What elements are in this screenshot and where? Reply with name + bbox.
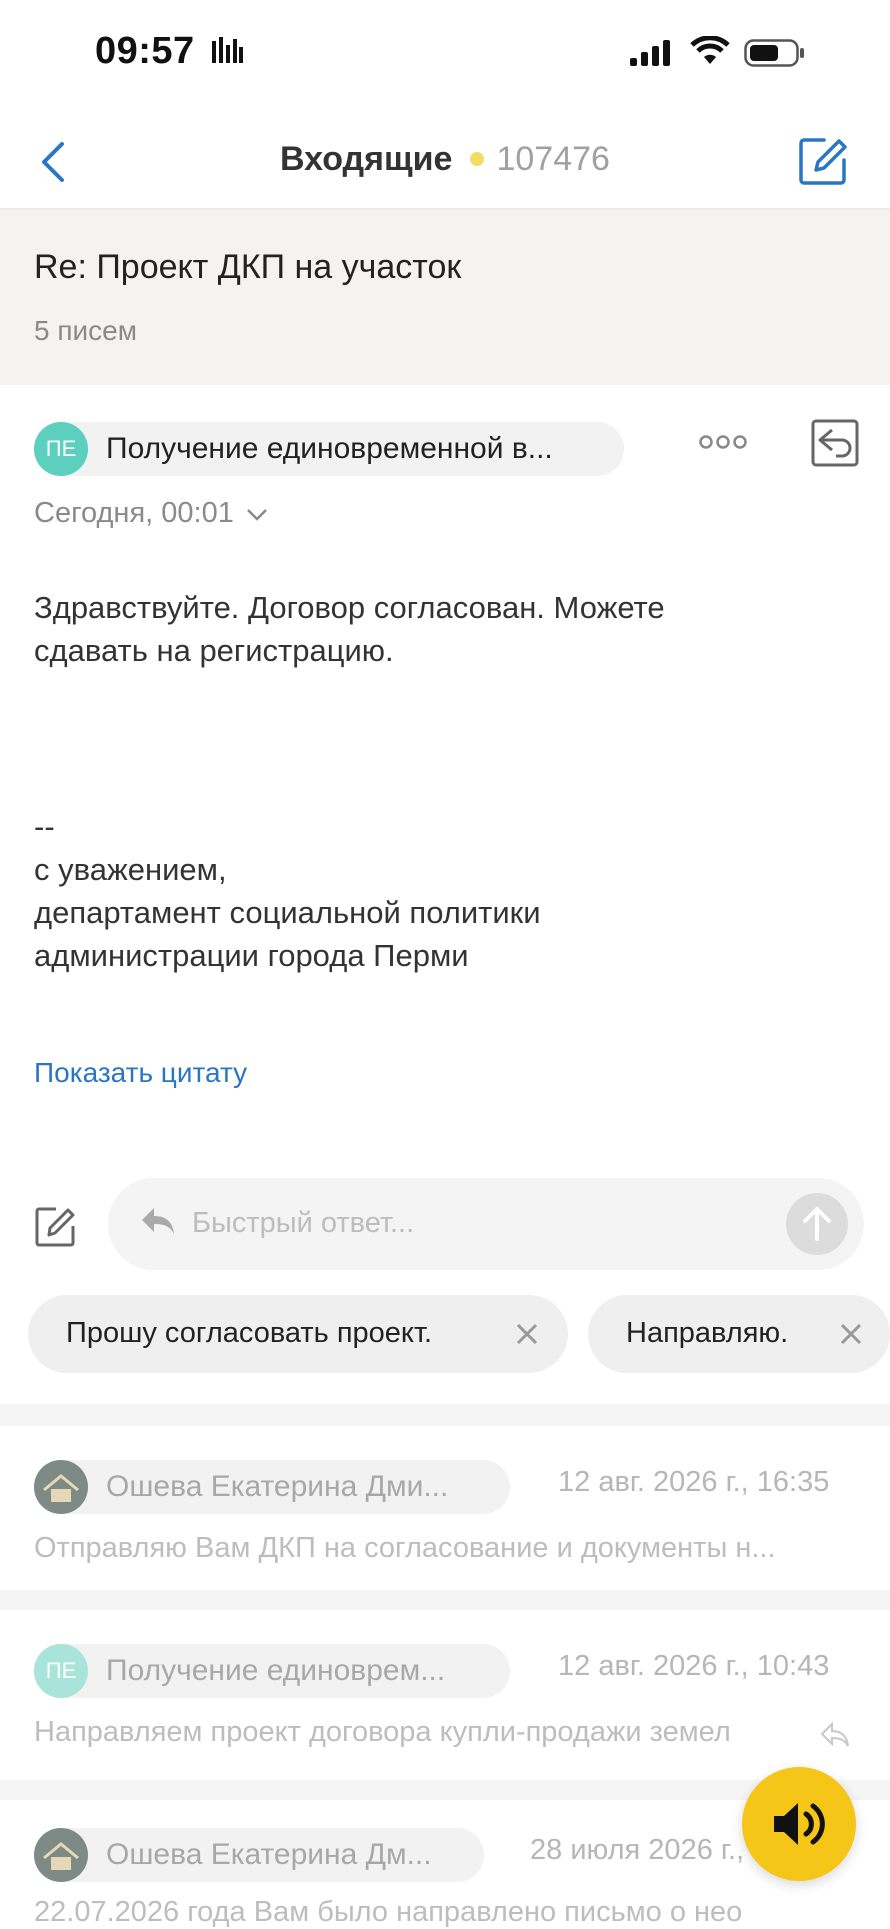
- thread-header: [0, 210, 890, 385]
- sender-chip[interactable]: Ошева Екатерина Дми...: [34, 1460, 510, 1514]
- nav-title: Входящие 107476: [0, 140, 890, 179]
- arrow-up-icon: [803, 1207, 831, 1241]
- replied-icon: [820, 1722, 849, 1747]
- quick-reply-placeholder: Быстрый ответ...: [192, 1207, 415, 1239]
- sender-name: Ошева Екатерина Дм...: [106, 1838, 432, 1871]
- message-preview: Отправляю Вам ДКП на согласование и доку…: [34, 1532, 776, 1564]
- chevron-down-icon: [247, 509, 267, 521]
- close-icon[interactable]: [840, 1323, 862, 1345]
- wifi-icon: [690, 36, 730, 64]
- close-icon[interactable]: [516, 1323, 538, 1345]
- status-time: 09:57: [95, 30, 246, 73]
- reply-arrow-icon: [142, 1208, 174, 1234]
- sender-chip[interactable]: Ошева Екатерина Дм...: [34, 1828, 484, 1882]
- message-card[interactable]: ПЕ Получение единоврем... 12 авг. 2026 г…: [0, 1610, 890, 1780]
- cellular-signal-icon: [630, 40, 670, 66]
- avatar: [34, 1460, 88, 1514]
- message-preview: Направляем проект договора купли-продажи…: [34, 1716, 731, 1748]
- suggestion-chip[interactable]: Направляю.: [588, 1295, 890, 1373]
- section-divider: [0, 1404, 890, 1426]
- folder-title: Входящие: [280, 140, 453, 178]
- send-button[interactable]: [786, 1193, 848, 1255]
- edit-reply-icon[interactable]: [34, 1206, 76, 1248]
- message-date: 28 июля 2026 г., 5: [530, 1834, 769, 1866]
- unread-dot: [470, 152, 485, 166]
- show-quote-link[interactable]: Показать цитату: [34, 1057, 247, 1089]
- message-card[interactable]: Ошева Екатерина Дми... 12 авг. 2026 г., …: [0, 1426, 890, 1590]
- section-divider: [0, 1590, 890, 1610]
- avatar: ПЕ: [34, 1644, 88, 1698]
- suggestion-chip-label: Прошу согласовать проект.: [66, 1317, 433, 1349]
- more-options-icon[interactable]: [698, 432, 748, 452]
- signature-line: с уважением,: [34, 852, 227, 887]
- read-aloud-button[interactable]: [742, 1767, 856, 1881]
- compose-icon[interactable]: [798, 136, 848, 186]
- sender-chip[interactable]: ПЕ Получение единоврем...: [34, 1644, 510, 1698]
- avatar: ПЕ: [34, 422, 88, 476]
- house-avatar-icon: [43, 1474, 79, 1502]
- thread-subject: Re: Проект ДКП на участок: [34, 248, 462, 286]
- message-date[interactable]: Сегодня, 00:01: [34, 497, 268, 530]
- avatar: [34, 1828, 88, 1882]
- message-body-line: сдавать на регистрацию.: [34, 633, 394, 668]
- battery-icon: [744, 39, 804, 67]
- signature-separator: --: [34, 809, 55, 844]
- navigation-bar: Входящие 107476: [0, 120, 890, 210]
- message-preview: 22.07.2026 года Вам было направлено пись…: [34, 1896, 743, 1928]
- speaker-icon: [774, 1803, 825, 1845]
- sender-name: Получение единовременной в...: [106, 432, 553, 465]
- house-avatar-icon: [43, 1842, 79, 1870]
- message-body-line: Здравствуйте. Договор согласован. Можете: [34, 590, 665, 625]
- suggestion-chip-label: Направляю.: [626, 1317, 789, 1349]
- reply-all-icon[interactable]: [810, 418, 860, 468]
- unread-count: 107476: [496, 140, 610, 178]
- message-date: 12 авг. 2026 г., 16:35: [558, 1466, 830, 1498]
- message-count: 5 писем: [34, 315, 137, 346]
- sender-name: Получение единоврем...: [106, 1654, 446, 1687]
- signature-line: департамент социальной политики: [34, 895, 541, 930]
- signature-line: администрации города Перми: [34, 938, 469, 973]
- activity-icon: [211, 37, 243, 63]
- message-date: 12 авг. 2026 г., 10:43: [558, 1650, 830, 1682]
- sender-name: Ошева Екатерина Дми...: [106, 1470, 449, 1503]
- sender-chip[interactable]: ПЕ Получение единовременной в...: [34, 422, 624, 476]
- suggestion-chip[interactable]: Прошу согласовать проект.: [28, 1295, 568, 1373]
